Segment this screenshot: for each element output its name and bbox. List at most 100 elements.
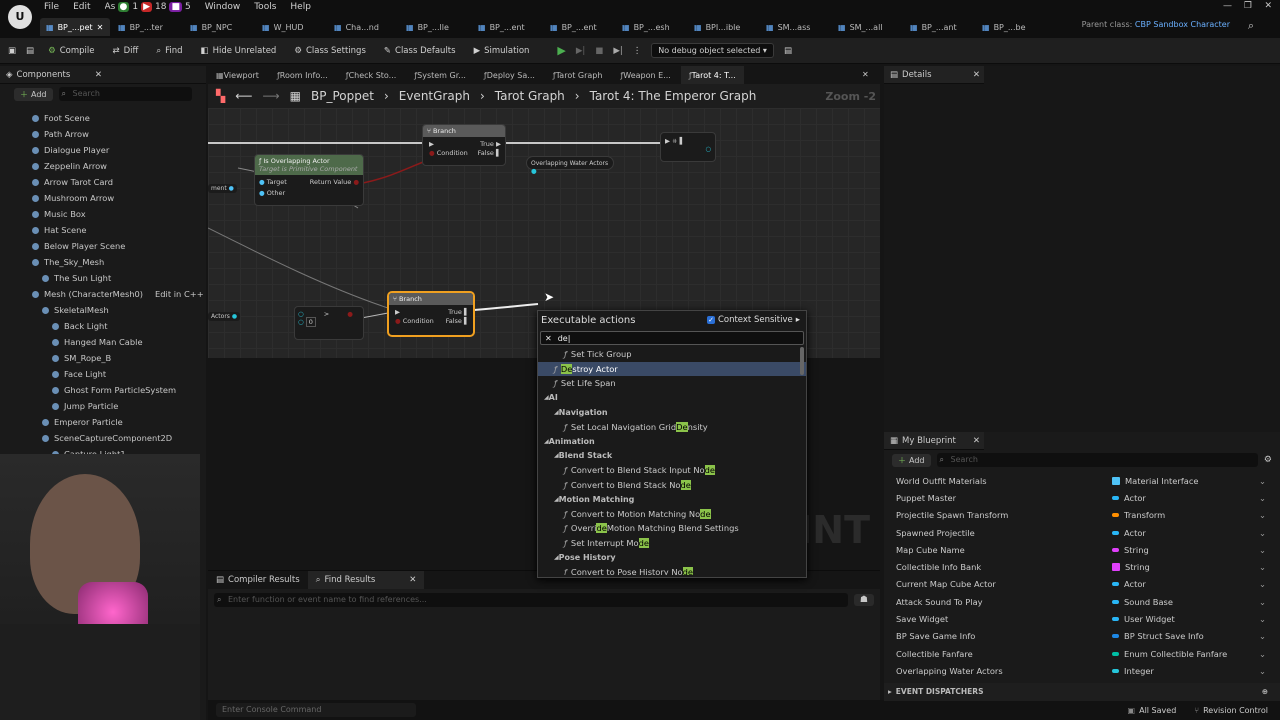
graph-tab[interactable]: ƒ Weapon E... [612, 66, 678, 84]
settings-gear-icon[interactable]: ⚙ [1264, 455, 1272, 465]
doc-tab[interactable]: ▦ BP_NPC [184, 18, 254, 36]
close-tab-icon[interactable]: ✕ [973, 70, 980, 80]
compile-button[interactable]: ⚙ Compile [44, 41, 98, 61]
forward-icon[interactable]: ⟶ [262, 89, 279, 103]
edit-in-cpp-link[interactable]: Edit in C++ [155, 289, 204, 299]
doc-tab[interactable]: ▦ BPI...ible [688, 18, 758, 36]
context-sensitive-toggle[interactable]: ✓ Context Sensitive ▸ [707, 315, 800, 325]
variable-type[interactable]: User Widget [1112, 614, 1175, 624]
add-member-button[interactable]: ＋ Add [892, 453, 931, 467]
class-settings-button[interactable]: ⚙ Class Settings [290, 41, 370, 61]
action-item[interactable]: ƒ Set Local Navigation Grid De nsity [538, 420, 806, 435]
branch-node-2[interactable]: ⑂ Branch ▶ True ▌ ● Condition False ▌ [388, 292, 474, 336]
close-tab-icon[interactable]: ✕ [973, 436, 980, 446]
eject-icon[interactable]: ▶| [613, 46, 622, 56]
int-pin[interactable]: ○ [298, 310, 304, 318]
chevron-down-icon[interactable]: ⌄ [1259, 666, 1266, 676]
variable-type[interactable]: String [1112, 562, 1150, 572]
component-item[interactable]: Below Player Scene [0, 238, 206, 254]
restore-icon[interactable]: ❐ [1244, 1, 1252, 11]
tab-compiler-results[interactable]: ▤ Compiler Results [208, 571, 308, 589]
debug-object-select[interactable]: No debug object selected ▾ [651, 43, 774, 58]
variable-row[interactable]: Map Cube Name String ⌄ [884, 541, 1280, 558]
doc-tab[interactable]: ▦ BP_...ent [472, 18, 542, 36]
variable-row[interactable]: Spawned Projectile Actor ⌄ [884, 524, 1280, 541]
doc-tab[interactable]: ▦ SM...ass [760, 18, 830, 36]
exec-in-pin[interactable]: ▶ [665, 137, 670, 145]
action-category[interactable]: ◢ Motion Matching [538, 492, 806, 507]
action-item[interactable]: ƒ Set Tick Group [538, 347, 806, 362]
variable-type[interactable]: Material Interface [1112, 476, 1199, 486]
component-item[interactable]: Hanged Man Cable [0, 334, 206, 350]
action-item[interactable]: ƒ Set Life Span [538, 376, 806, 391]
doc-tab[interactable]: ▦ Cha...nd [328, 18, 398, 36]
variable-type[interactable]: Actor [1112, 579, 1146, 589]
chevron-down-icon[interactable]: ⌄ [1259, 614, 1266, 624]
variable-type[interactable]: Transform [1112, 510, 1165, 520]
browse-icon[interactable]: ▤ [26, 46, 34, 56]
other-pin[interactable]: ● [259, 189, 265, 197]
menu-help[interactable]: Help [290, 2, 311, 12]
chevron-down-icon[interactable]: ⌄ [1259, 562, 1266, 572]
simulation-button[interactable]: ▶ Simulation [470, 41, 534, 61]
close-tab-icon[interactable]: ✕ [409, 575, 416, 585]
bool-pin[interactable]: ● [395, 317, 401, 325]
add-component-button[interactable]: ＋ Add [14, 87, 53, 101]
exec-in-pin[interactable]: ▶ [429, 140, 434, 148]
component-item[interactable]: Emperor Particle [0, 414, 206, 430]
component-item[interactable]: Dialogue Player [0, 142, 206, 158]
console-input[interactable]: Enter Console Command [216, 703, 416, 717]
return-pin[interactable]: ● [353, 178, 359, 186]
graph-tab[interactable]: ƒ Tarot Graph [545, 66, 611, 84]
find-button[interactable]: ⌕ Find [152, 41, 186, 61]
add-pin-icon[interactable]: ⧺ [672, 137, 680, 145]
chevron-down-icon[interactable]: ⌄ [1259, 493, 1266, 503]
play-icon[interactable]: ▶ [557, 44, 565, 57]
variable-type[interactable]: BP Struct Save Info [1112, 631, 1204, 641]
diff-button[interactable]: ⇄ Diff [108, 41, 142, 61]
close-tab-icon[interactable]: ✕ [95, 70, 102, 80]
component-item[interactable]: Zeppelin Arrow [0, 158, 206, 174]
component-item[interactable]: Jump Particle [0, 398, 206, 414]
variable-type[interactable]: Actor [1112, 528, 1146, 538]
close-tab-icon[interactable]: ✕ [97, 23, 104, 32]
bool-out-pin[interactable]: ● [347, 310, 353, 318]
component-item[interactable]: SkeletalMesh [0, 302, 206, 318]
chevron-down-icon[interactable]: ⌄ [1259, 649, 1266, 659]
target-pin[interactable]: ● [259, 178, 265, 186]
component-item[interactable]: SceneCaptureComponent2D [0, 430, 206, 446]
overlapping-water-actors-node[interactable]: Overlapping Water Actors ● [526, 156, 614, 175]
component-item[interactable]: Ghost Form ParticleSystem [0, 382, 206, 398]
int-pin[interactable]: ● [531, 167, 537, 175]
variable-row[interactable]: Overlapping Water Actors Integer ⌄ [884, 662, 1280, 679]
class-defaults-button[interactable]: ✎ Class Defaults [380, 41, 460, 61]
chevron-down-icon[interactable]: ⌄ [1259, 528, 1266, 538]
add-dispatcher-icon[interactable]: ⊕ [1262, 687, 1268, 696]
exec-in-pin[interactable]: ▶ [395, 308, 400, 316]
action-search-input[interactable]: ✕ de | [540, 331, 804, 345]
component-item[interactable]: The_Sky_Mesh [0, 254, 206, 270]
graph-tab[interactable]: ƒ Tarot 4: T... [680, 66, 744, 84]
action-category[interactable]: ◢ Navigation [538, 405, 806, 420]
menu-edit[interactable]: Edit [73, 2, 90, 12]
chevron-down-icon[interactable]: ⌄ [1259, 510, 1266, 520]
back-icon[interactable]: ⟵ [235, 89, 252, 103]
revision-control[interactable]: ⑂ Revision Control [1194, 706, 1268, 715]
tab-find-results[interactable]: ⌕ Find Results ✕ [307, 571, 425, 589]
doc-tab[interactable]: ▦ BP_...esh [616, 18, 686, 36]
step-icon[interactable]: ▶| [576, 46, 585, 56]
variable-type[interactable]: Enum Collectible Fanfare [1112, 649, 1227, 659]
clear-icon[interactable]: ✕ [545, 334, 552, 343]
chevron-down-icon[interactable]: ⌄ [1259, 631, 1266, 641]
crumb-0[interactable]: BP_Poppet [311, 89, 374, 103]
action-item[interactable]: ƒ Overri de Motion Matching Blend Settings [538, 521, 806, 536]
action-item[interactable]: ƒ Convert to Motion Matching No de [538, 507, 806, 522]
action-item[interactable]: ƒ Convert to Blend Stack Input No de [538, 463, 806, 478]
action-category[interactable]: ◢ AI [538, 391, 806, 406]
doc-tab[interactable]: ▦ BP_...ter [112, 18, 182, 36]
menu-tools[interactable]: Tools [254, 2, 276, 12]
hide-unrelated-button[interactable]: ◧ Hide Unrelated [197, 41, 281, 61]
close-window-icon[interactable]: ✕ [1264, 1, 1272, 11]
output-pin[interactable]: ○ [665, 145, 711, 153]
component-item[interactable]: Mushroom Arrow [0, 190, 206, 206]
